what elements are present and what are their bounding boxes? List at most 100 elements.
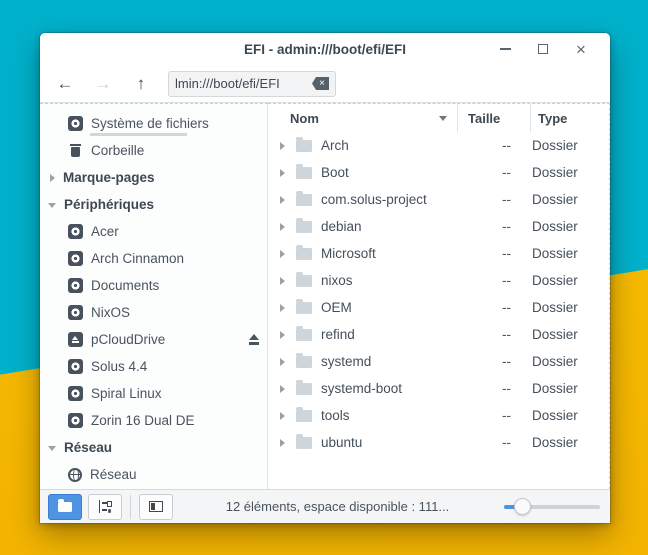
clear-location-icon[interactable]: × — [312, 77, 329, 90]
status-text: 12 éléments, espace disponible : 111... — [179, 499, 496, 514]
file-type: Dossier — [525, 408, 609, 423]
zoom-slider[interactable] — [502, 497, 602, 517]
file-name: Arch — [321, 138, 452, 153]
file-manager-window: EFI - admin:///boot/efi/EFI × ← → ↑ lmin… — [40, 33, 610, 523]
back-button[interactable]: ← — [50, 70, 80, 98]
expander-icon[interactable] — [280, 250, 285, 258]
file-row-arch[interactable]: Arch -- Dossier — [268, 132, 609, 159]
file-name: tools — [321, 408, 452, 423]
file-name: debian — [321, 219, 452, 234]
file-type: Dossier — [525, 192, 609, 207]
folder-icon — [296, 221, 312, 233]
drive-icon — [68, 278, 83, 293]
tree-view-icon — [99, 500, 112, 513]
column-header-type[interactable]: Type — [530, 104, 609, 132]
file-row-boot[interactable]: Boot -- Dossier — [268, 159, 609, 186]
titlebar[interactable]: EFI - admin:///boot/efi/EFI × — [40, 33, 610, 65]
file-type: Dossier — [525, 219, 609, 234]
expander-icon[interactable] — [280, 412, 285, 420]
expander-icon[interactable] — [280, 196, 285, 204]
folder-icon — [296, 275, 312, 287]
expander-icon[interactable] — [280, 331, 285, 339]
file-name: Boot — [321, 165, 452, 180]
expander-icon[interactable] — [280, 223, 285, 231]
file-row-com-solus-project[interactable]: com.solus-project -- Dossier — [268, 186, 609, 213]
folder-icon — [296, 302, 312, 314]
maximize-icon — [538, 44, 548, 54]
file-name: com.solus-project — [321, 192, 452, 207]
expander-icon[interactable] — [280, 304, 285, 312]
sidebar-category-peripheriques[interactable]: Périphériques — [40, 191, 267, 218]
file-size: -- — [452, 435, 525, 450]
file-row-oem[interactable]: OEM -- Dossier — [268, 294, 609, 321]
sidebar-item-label: Spiral Linux — [91, 386, 162, 401]
file-row-debian[interactable]: debian -- Dossier — [268, 213, 609, 240]
file-row-microsoft[interactable]: Microsoft -- Dossier — [268, 240, 609, 267]
sidebar-item-zorin-16-dual-de[interactable]: Zorin 16 Dual DE — [40, 407, 267, 434]
file-type: Dossier — [525, 381, 609, 396]
removable-drive-icon — [68, 332, 83, 347]
expander-icon[interactable] — [280, 277, 285, 285]
toggle-sidebar-button[interactable] — [139, 494, 173, 520]
chevron-down-icon[interactable] — [48, 446, 56, 451]
column-header-size[interactable]: Taille — [457, 104, 530, 132]
expander-icon[interactable] — [280, 358, 285, 366]
disk-usage-bar — [90, 133, 187, 136]
sidebar-item-documents[interactable]: Documents — [40, 272, 267, 299]
sidebar-item-label: Réseau — [90, 467, 137, 482]
chevron-right-icon[interactable] — [50, 174, 55, 182]
sidebar-item-spiral-linux[interactable]: Spiral Linux — [40, 380, 267, 407]
expander-icon[interactable] — [280, 385, 285, 393]
file-name: systemd-boot — [321, 381, 452, 396]
file-row-ubuntu[interactable]: ubuntu -- Dossier — [268, 429, 609, 456]
drive-icon — [68, 386, 83, 401]
file-size: -- — [452, 219, 525, 234]
file-row-nixos[interactable]: nixos -- Dossier — [268, 267, 609, 294]
expander-icon[interactable] — [280, 142, 285, 150]
file-type: Dossier — [525, 138, 609, 153]
forward-button[interactable]: → — [88, 70, 118, 98]
drive-icon — [68, 413, 83, 428]
minimize-button[interactable] — [486, 33, 524, 65]
folder-icon — [296, 437, 312, 449]
folder-icon — [296, 194, 312, 206]
sidebar-category-marque-pages[interactable]: Marque-pages — [40, 164, 267, 191]
file-row-tools[interactable]: tools -- Dossier — [268, 402, 609, 429]
expander-icon[interactable] — [280, 439, 285, 447]
folder-icon — [296, 383, 312, 395]
sidebar-item-solus-4-4[interactable]: Solus 4.4 — [40, 353, 267, 380]
column-header-name[interactable]: Nom — [268, 104, 457, 132]
statusbar: 12 éléments, espace disponible : 111... — [40, 489, 610, 523]
sidebar-item-arch-cinnamon[interactable]: Arch Cinnamon — [40, 245, 267, 272]
sidebar-item-pclouddrive[interactable]: pCloudDrive — [40, 326, 267, 353]
zoom-slider-thumb[interactable] — [514, 498, 531, 515]
file-size: -- — [452, 138, 525, 153]
sidebar-item-acer[interactable]: Acer — [40, 218, 267, 245]
file-name: Microsoft — [321, 246, 452, 261]
sidebar: Système de fichiers Corbeille Marque-pag… — [40, 103, 268, 489]
icon-view-icon — [58, 502, 72, 512]
up-button[interactable]: ↑ — [126, 70, 156, 98]
folder-icon — [296, 410, 312, 422]
location-bar[interactable]: lmin:///boot/efi/EFI × — [168, 71, 336, 97]
file-size: -- — [452, 300, 525, 315]
expander-icon[interactable] — [280, 169, 285, 177]
file-row-refind[interactable]: refind -- Dossier — [268, 321, 609, 348]
icon-view-button[interactable] — [48, 494, 82, 520]
eject-icon[interactable] — [247, 334, 261, 346]
chevron-down-icon[interactable] — [48, 203, 56, 208]
sidebar-category-label: Périphériques — [64, 197, 154, 212]
sidebar-item-label: Acer — [91, 224, 119, 239]
sort-descending-icon — [439, 116, 447, 121]
file-row-systemd-boot[interactable]: systemd-boot -- Dossier — [268, 375, 609, 402]
file-size: -- — [452, 381, 525, 396]
maximize-button[interactable] — [524, 33, 562, 65]
close-button[interactable]: × — [562, 33, 600, 65]
sidebar-item-corbeille[interactable]: Corbeille — [40, 137, 267, 164]
tree-view-button[interactable] — [88, 494, 122, 520]
sidebar-category-reseau[interactable]: Réseau — [40, 434, 267, 461]
sidebar-item-systeme-de-fichiers[interactable]: Système de fichiers — [40, 110, 267, 137]
file-row-systemd[interactable]: systemd -- Dossier — [268, 348, 609, 375]
sidebar-item-reseau[interactable]: Réseau — [40, 461, 267, 488]
sidebar-item-nixos[interactable]: NixOS — [40, 299, 267, 326]
